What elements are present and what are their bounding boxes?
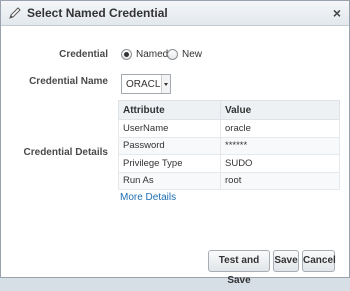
credential-new-radio[interactable] — [167, 49, 178, 60]
table-cell-value: SUDO — [220, 154, 340, 173]
table-row: Run As root — [118, 171, 340, 190]
table-cell-attribute: UserName — [118, 119, 221, 138]
dialog-title: Select Named Credential — [27, 6, 168, 20]
credential-details-label: Credential Details — [23, 147, 108, 158]
column-header-value: Value — [220, 100, 340, 120]
save-button[interactable]: Save — [273, 250, 299, 272]
credential-named-label: Named — [136, 49, 169, 60]
table-cell-value: oracle — [220, 119, 340, 138]
close-button[interactable]: × — [333, 5, 341, 21]
test-and-save-button[interactable]: Test and Save — [208, 250, 270, 286]
table-cell-attribute: Password — [118, 136, 221, 155]
select-named-credential-dialog: Select Named Credential × Credential Nam… — [0, 0, 350, 286]
chevron-down-icon — [161, 75, 170, 93]
credential-label: Credential — [59, 49, 108, 60]
table-cell-value: ****** — [220, 136, 340, 155]
table-header-row: Attribute Value — [118, 100, 340, 120]
credential-details-table: Attribute Value UserName oracle Password… — [118, 100, 340, 190]
table-cell-attribute: Privilege Type — [118, 154, 221, 173]
column-header-attribute: Attribute — [118, 100, 221, 120]
pencil-icon — [9, 7, 21, 19]
more-details-link[interactable]: More Details — [120, 192, 176, 203]
table-cell-attribute: Run As — [118, 171, 221, 190]
dialog-titlebar: Select Named Credential × — [1, 1, 349, 26]
cancel-button[interactable]: Cancel — [302, 250, 336, 272]
table-row: Privilege Type SUDO — [118, 154, 340, 173]
credential-new-label: New — [182, 49, 203, 60]
credential-named-radio[interactable] — [121, 49, 132, 60]
table-row: Password ****** — [118, 136, 340, 155]
credential-name-select[interactable]: ORACLE — [121, 74, 171, 94]
table-cell-value: root — [220, 171, 340, 190]
table-row: UserName oracle — [118, 119, 340, 138]
credential-name-label: Credential Name — [29, 76, 108, 87]
